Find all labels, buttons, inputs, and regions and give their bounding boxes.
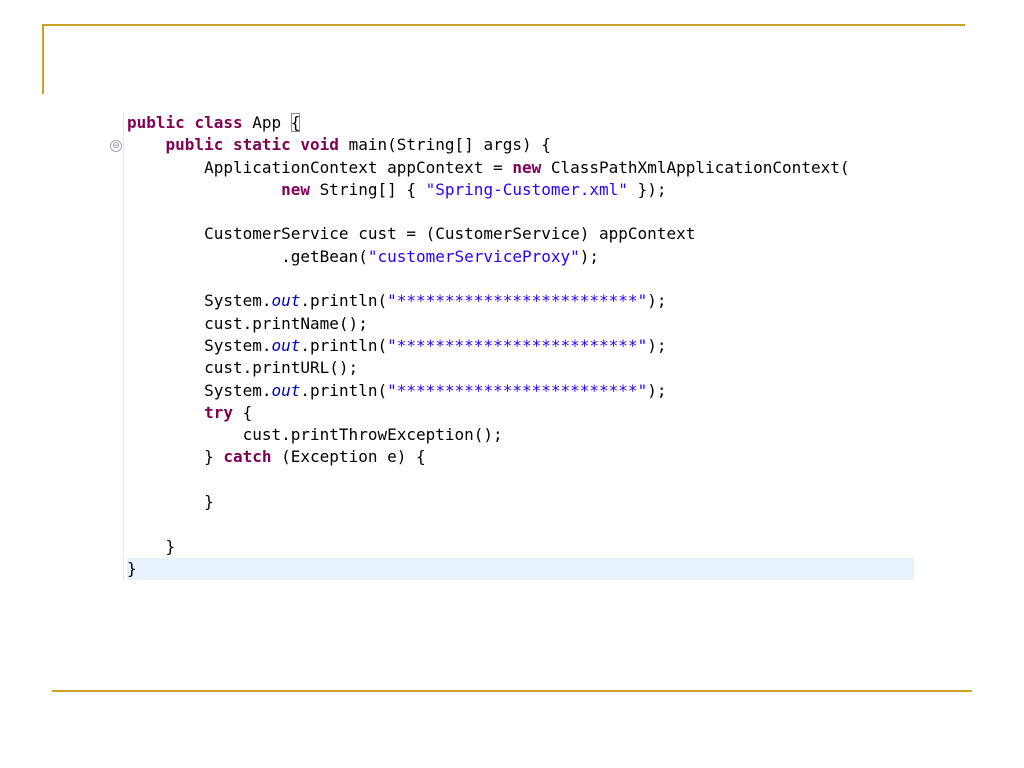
code-text-span: ApplicationContext appContext = (204, 157, 513, 177)
code-text-span: ); (579, 246, 600, 266)
code-line[interactable]: System.out.println("********************… (127, 290, 914, 312)
static-field: out (271, 291, 301, 311)
keyword: new (512, 157, 542, 177)
code-text-span: System. (204, 380, 272, 400)
slide-top-rule (42, 24, 965, 26)
code-text-span: .getBean( (281, 246, 368, 266)
string-literal: "*************************" (387, 291, 648, 311)
code-line[interactable]: cust.printThrowException(); (127, 424, 914, 446)
string-literal: "customerServiceProxy" (367, 246, 580, 266)
code-line[interactable] (127, 513, 914, 535)
string-literal: "Spring-Customer.xml" (425, 179, 628, 199)
code-text-span: .println( (300, 380, 388, 400)
code-text-span: ClassPathXmlApplicationContext( (550, 157, 850, 177)
code-line[interactable]: cust.printName(); (127, 313, 914, 335)
string-literal: "*************************" (387, 335, 648, 355)
editor-gutter: ⊖ (108, 112, 124, 582)
matched-brace: { (290, 113, 301, 132)
keyword: static (232, 135, 291, 155)
code-line[interactable]: ApplicationContext appContext = new Clas… (127, 157, 914, 179)
code-line[interactable]: try { (127, 402, 914, 424)
code-line[interactable]: System.out.println("********************… (127, 380, 914, 402)
string-literal: "*************************" (387, 380, 648, 400)
code-line[interactable]: } catch (Exception e) { (127, 446, 914, 468)
code-text-span: System. (204, 335, 272, 355)
gutter-divider (123, 112, 124, 582)
code-line[interactable]: CustomerService cust = (CustomerService)… (127, 223, 914, 245)
code-text-span: System. (204, 291, 272, 311)
slide-bottom-rule (52, 690, 972, 692)
code-text-span: (Exception e) { (271, 447, 426, 467)
code-text[interactable]: public class App { public static void ma… (127, 112, 914, 581)
code-text-span: }); (627, 179, 667, 199)
static-field: out (271, 380, 301, 400)
keyword: catch (223, 447, 272, 467)
collapse-icon[interactable]: ⊖ (110, 140, 122, 152)
static-field: out (271, 335, 301, 355)
code-text-span: ); (647, 291, 667, 311)
code-text-span: CustomerService cust = (CustomerService)… (204, 224, 696, 244)
code-text-span: ); (647, 380, 667, 400)
slide-left-rule (42, 24, 44, 94)
code-text-span: main(String[] args) { (348, 135, 551, 155)
code-line[interactable]: public class App { (127, 112, 914, 134)
code-text-span: cust.printURL(); (204, 358, 359, 378)
code-text-span: cust.printThrowException(); (242, 425, 503, 445)
current-code-line[interactable]: } (127, 557, 914, 581)
code-text-span: .println( (300, 291, 388, 311)
keyword: new (281, 179, 311, 199)
keyword: public (165, 135, 224, 155)
code-line[interactable]: System.out.println("********************… (127, 335, 914, 357)
code-line[interactable]: new String[] { "Spring-Customer.xml" }); (127, 179, 914, 201)
code-line[interactable]: } (127, 491, 914, 513)
code-text-span: } (204, 492, 214, 512)
keyword: void (300, 135, 339, 155)
code-line[interactable] (127, 268, 914, 290)
code-text-span: { (232, 402, 253, 422)
code-line[interactable]: } (127, 536, 914, 558)
code-line[interactable]: .getBean("customerServiceProxy"); (127, 246, 914, 268)
class-name: App (252, 113, 282, 132)
code-text-span: } (127, 558, 137, 578)
code-text-span: ); (647, 335, 667, 355)
code-text-span: } (204, 447, 224, 467)
code-editor[interactable]: ⊖ public class App { public static void … (108, 112, 914, 582)
keyword: class (194, 113, 243, 132)
code-line[interactable]: cust.printURL(); (127, 357, 914, 379)
code-text-span: .println( (300, 335, 388, 355)
code-text-span: } (165, 536, 176, 556)
code-line[interactable] (127, 469, 914, 491)
code-text-span: cust.printName(); (204, 313, 368, 333)
keyword: try (204, 402, 233, 422)
code-line[interactable] (127, 201, 914, 223)
code-line[interactable]: public static void main(String[] args) { (127, 134, 914, 156)
code-text-span: String[] { (319, 179, 426, 199)
keyword: public (127, 113, 185, 132)
